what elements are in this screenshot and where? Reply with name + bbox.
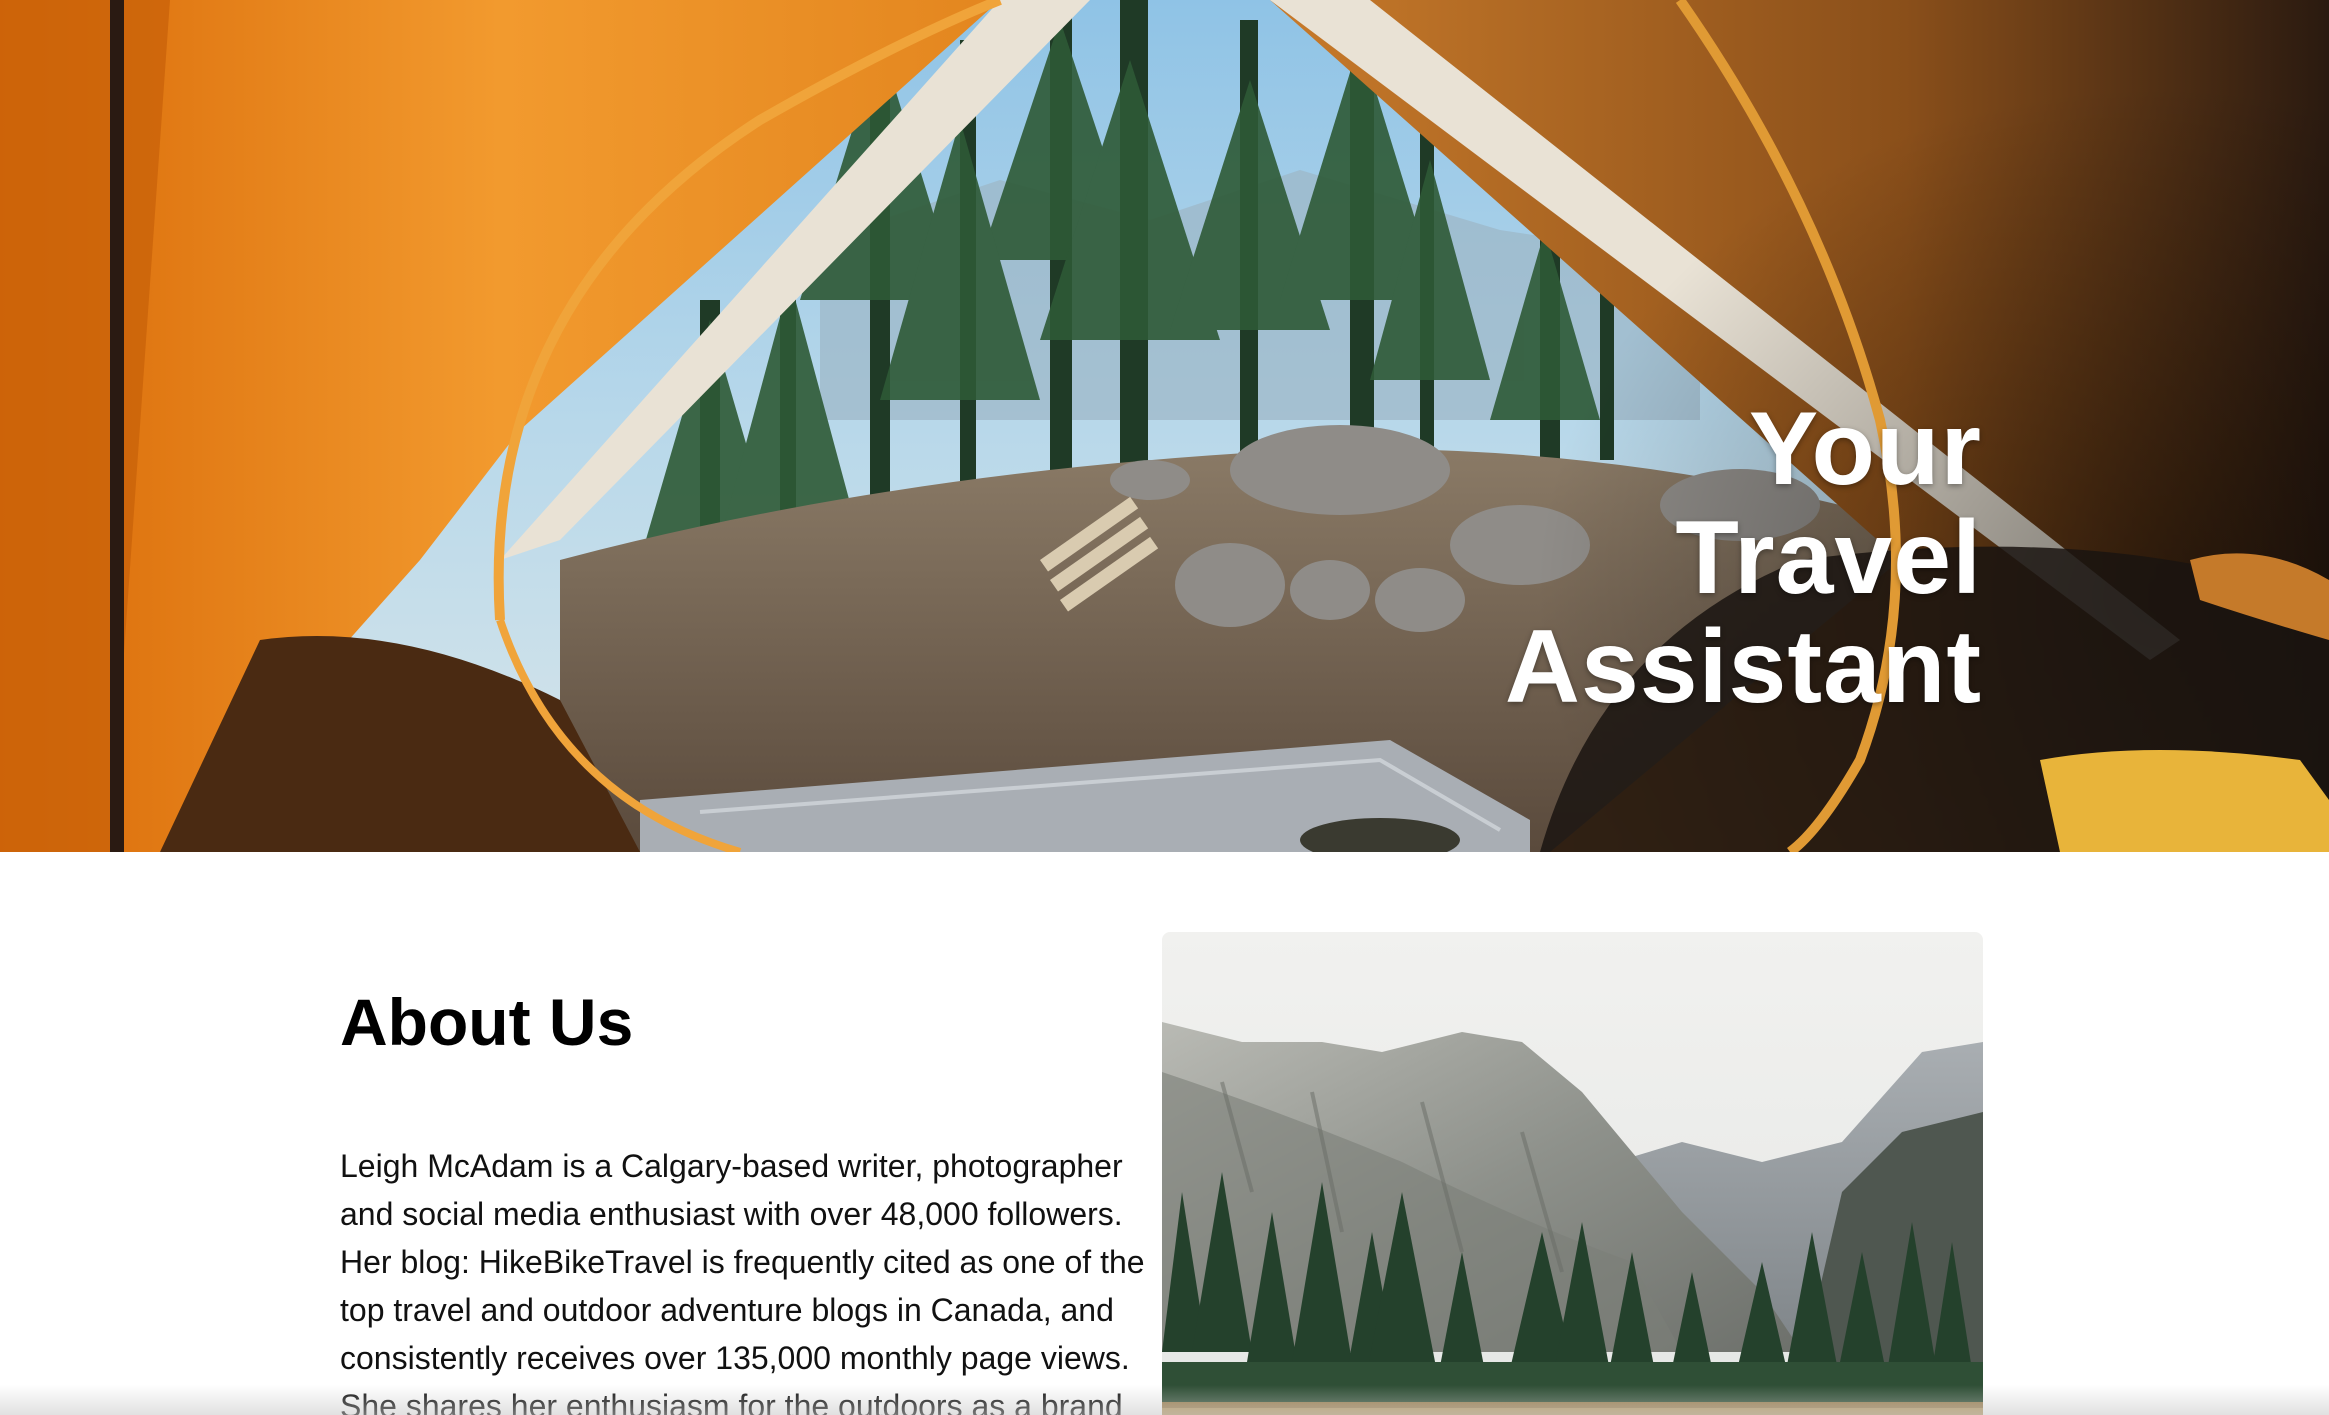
hero-banner: Your Travel Assistant [0, 0, 2329, 852]
about-heading: About Us [340, 985, 634, 1059]
hero-title-line-3: Assistant [1504, 609, 1982, 725]
mountain-valley-image [1162, 932, 1983, 1415]
about-body-text: Leigh McAdam is a Calgary-based writer, … [340, 1148, 1145, 1415]
about-section: About Us Leigh McAdam is a Calgary-based… [0, 852, 2329, 1415]
hero-title: Your Travel Assistant [1505, 395, 1982, 722]
hero-title-line-2: Travel [1675, 500, 1982, 616]
hero-title-line-1: Your [1748, 391, 1982, 507]
mountain-valley-photo [1162, 932, 1983, 1415]
page: Your Travel Assistant About Us Leigh McA… [0, 0, 2329, 1415]
about-text-column: About Us Leigh McAdam is a Calgary-based… [340, 982, 1160, 1415]
